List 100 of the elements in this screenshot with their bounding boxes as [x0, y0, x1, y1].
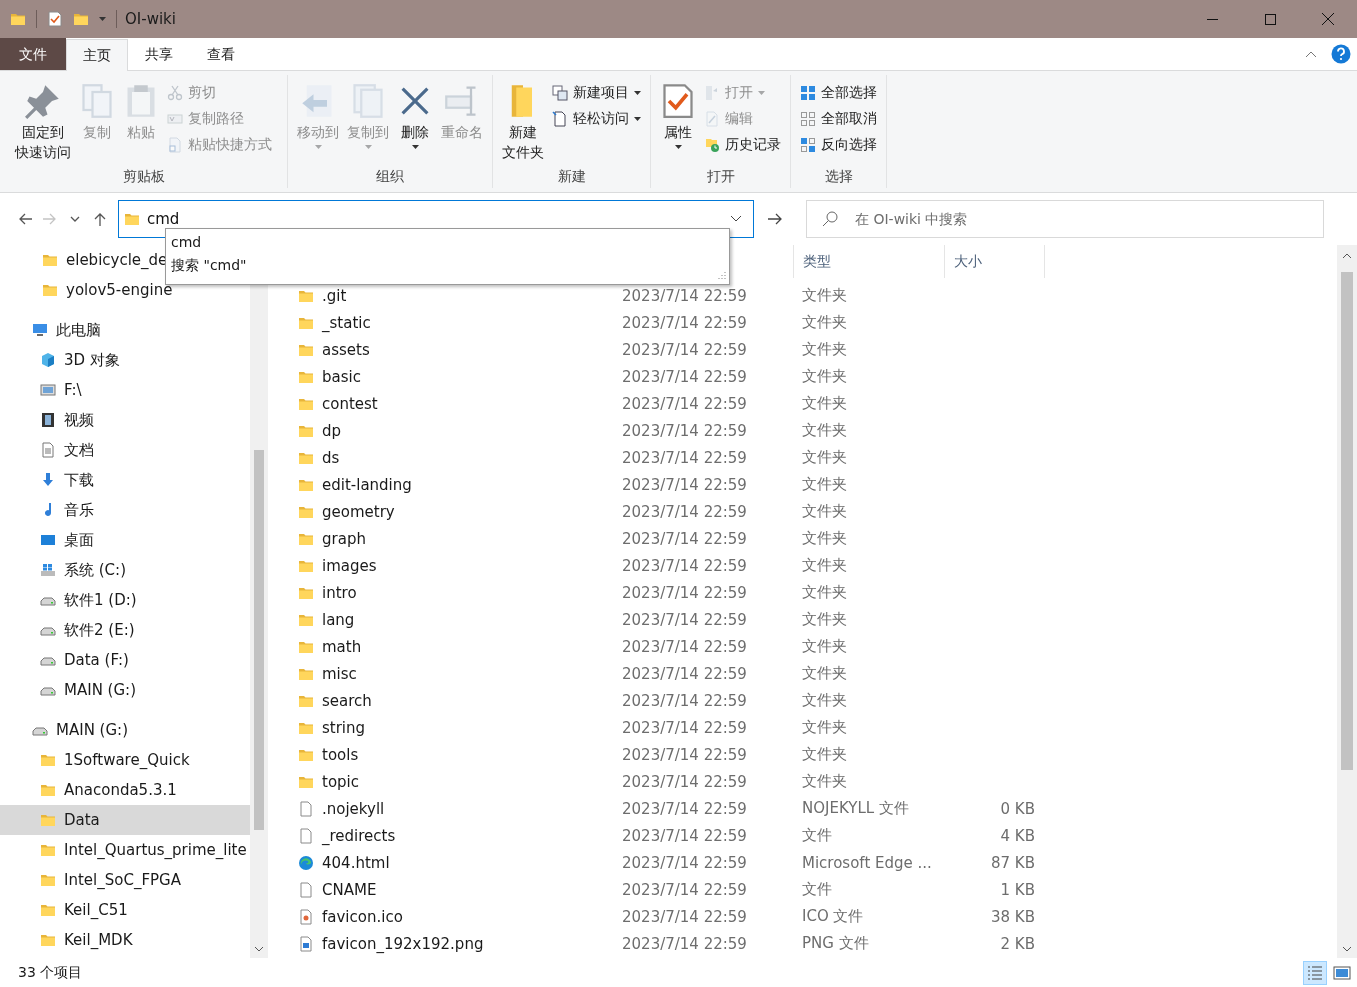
collapse-ribbon-icon[interactable]: [1305, 50, 1317, 58]
nav-item[interactable]: elebicycle_de: [0, 245, 172, 275]
file-type: 文件夹: [802, 313, 848, 332]
file-name[interactable]: 404.html: [298, 853, 622, 872]
file-name[interactable]: assets: [298, 340, 622, 359]
nav-item[interactable]: Intel_Quartus_prime_lite: [0, 835, 250, 865]
modified-date: 2023/7/14 22:59: [622, 286, 748, 305]
nav-item[interactable]: 下载: [0, 465, 98, 495]
nav-item[interactable]: 3D 对象: [0, 345, 124, 375]
chevron-down-icon[interactable]: [254, 946, 264, 952]
ribbon-button[interactable]: 属性: [657, 79, 699, 153]
scrollbar[interactable]: [1337, 245, 1357, 958]
modified-date: 2023/7/14 22:59: [622, 691, 748, 710]
arrow-icon: [17, 212, 32, 226]
ribbon-tab[interactable]: 文件: [0, 38, 66, 70]
file-name[interactable]: favicon_192x192.png: [298, 934, 622, 953]
modified-date: 2023/7/14 22:59: [622, 529, 748, 548]
nav-item[interactable]: 系统 (C:): [0, 555, 130, 585]
ribbon-button[interactable]: 固定到 快速访问: [12, 79, 74, 166]
nav-item[interactable]: MAIN (G:): [0, 675, 140, 705]
ribbon-button[interactable]: 全部选择: [797, 81, 880, 105]
nav-item[interactable]: 此电脑: [0, 315, 105, 345]
ribbon-button[interactable]: 新建项目: [549, 81, 644, 105]
file-name[interactable]: ds: [298, 448, 622, 467]
caret-icon: [634, 91, 641, 95]
ribbon-button[interactable]: 删除: [394, 79, 436, 153]
file-name[interactable]: images: [298, 556, 622, 575]
ribbon-tab[interactable]: 共享: [128, 38, 190, 70]
file-name[interactable]: .git: [298, 286, 622, 305]
column-header[interactable]: 大小: [945, 245, 1045, 278]
down-arrow-icon: [40, 472, 56, 488]
scrollbar-thumb[interactable]: [1341, 272, 1353, 770]
nav-item[interactable]: Intel_SoC_FPGA: [0, 865, 185, 895]
file-name[interactable]: string: [298, 718, 622, 737]
nav-item[interactable]: 软件2 (E:): [0, 615, 139, 645]
nav-item[interactable]: MAIN (G:): [0, 715, 132, 745]
shortcut-icon: [167, 137, 183, 153]
nav-item[interactable]: 文档: [0, 435, 98, 465]
column-header[interactable]: 类型: [794, 245, 945, 278]
ribbon-button[interactable]: 反向选择: [797, 133, 880, 157]
file-name[interactable]: topic: [298, 772, 622, 791]
file-name[interactable]: favicon.ico: [298, 907, 622, 926]
file-name[interactable]: .nojekyll: [298, 799, 622, 818]
nav-item[interactable]: F:\: [0, 375, 86, 405]
nav-item[interactable]: Keil_C51: [0, 895, 132, 925]
nav-item[interactable]: 1Software_Quick: [0, 745, 194, 775]
help-icon[interactable]: [1331, 44, 1351, 64]
ribbon-button[interactable]: 轻松访问: [549, 107, 644, 131]
modified-date: 2023/7/14 22:59: [622, 799, 748, 818]
modified-date: 2023/7/14 22:59: [622, 340, 748, 359]
file-name[interactable]: _redirects: [298, 826, 622, 845]
nav-item[interactable]: Data: [0, 805, 250, 835]
file-name[interactable]: contest: [298, 394, 622, 413]
folder-icon: [42, 282, 58, 298]
file-name[interactable]: basic: [298, 367, 622, 386]
file-name[interactable]: math: [298, 637, 622, 656]
modified-date: 2023/7/14 22:59: [622, 610, 748, 629]
file-name[interactable]: intro: [298, 583, 622, 602]
picture-drive-icon: [40, 382, 56, 398]
ribbon-tab[interactable]: 查看: [190, 38, 252, 70]
nav-item[interactable]: 视频: [0, 405, 98, 435]
file-name[interactable]: tools: [298, 745, 622, 764]
file-name[interactable]: graph: [298, 529, 622, 548]
suggestion-item[interactable]: 搜索 "cmd": [171, 254, 729, 277]
file-name[interactable]: dp: [298, 421, 622, 440]
resize-grip-icon[interactable]: [716, 271, 726, 281]
file-name[interactable]: CNAME: [298, 880, 622, 899]
ribbon-tab[interactable]: 主页: [66, 39, 128, 71]
chevron-down-icon[interactable]: [730, 215, 742, 223]
nav-item[interactable]: Data (F:): [0, 645, 133, 675]
file-name[interactable]: edit-landing: [298, 475, 622, 494]
nav-item[interactable]: 音乐: [0, 495, 98, 525]
file-type: 文件夹: [802, 529, 848, 548]
copy-icon: [79, 83, 115, 119]
details-view-button[interactable]: [1303, 960, 1327, 985]
file-name[interactable]: geometry: [298, 502, 622, 521]
chevron-up-icon[interactable]: [1342, 253, 1352, 259]
caret-icon: [364, 145, 372, 149]
file-name[interactable]: misc: [298, 664, 622, 683]
file-name[interactable]: search: [298, 691, 622, 710]
file-type: 文件夹: [802, 664, 848, 683]
ribbon-button[interactable]: 历史记录: [701, 133, 784, 157]
document-icon: [40, 442, 56, 458]
file-type: 文件夹: [802, 502, 848, 521]
ribbon-button[interactable]: 全部取消: [797, 107, 880, 131]
chevron-down-icon[interactable]: [1342, 946, 1352, 952]
nav-item[interactable]: Keil_MDK: [0, 925, 137, 955]
file-name[interactable]: _static: [298, 313, 622, 332]
file-type: 文件夹: [802, 421, 848, 440]
ribbon-button[interactable]: 新建 文件夹: [499, 79, 547, 166]
nav-item[interactable]: 软件1 (D:): [0, 585, 141, 615]
search-field[interactable]: 在 OI-wiki 中搜索: [806, 200, 1324, 238]
nav-item[interactable]: Anaconda5.3.1: [0, 775, 181, 805]
nav-item[interactable]: yolov5-engine: [0, 275, 177, 305]
nav-item[interactable]: 桌面: [0, 525, 98, 555]
scrollbar-thumb[interactable]: [254, 450, 264, 830]
file-type: 文件夹: [802, 583, 848, 602]
system-drive-icon: [40, 562, 56, 578]
file-name[interactable]: lang: [298, 610, 622, 629]
desktop-icon: [40, 532, 56, 548]
